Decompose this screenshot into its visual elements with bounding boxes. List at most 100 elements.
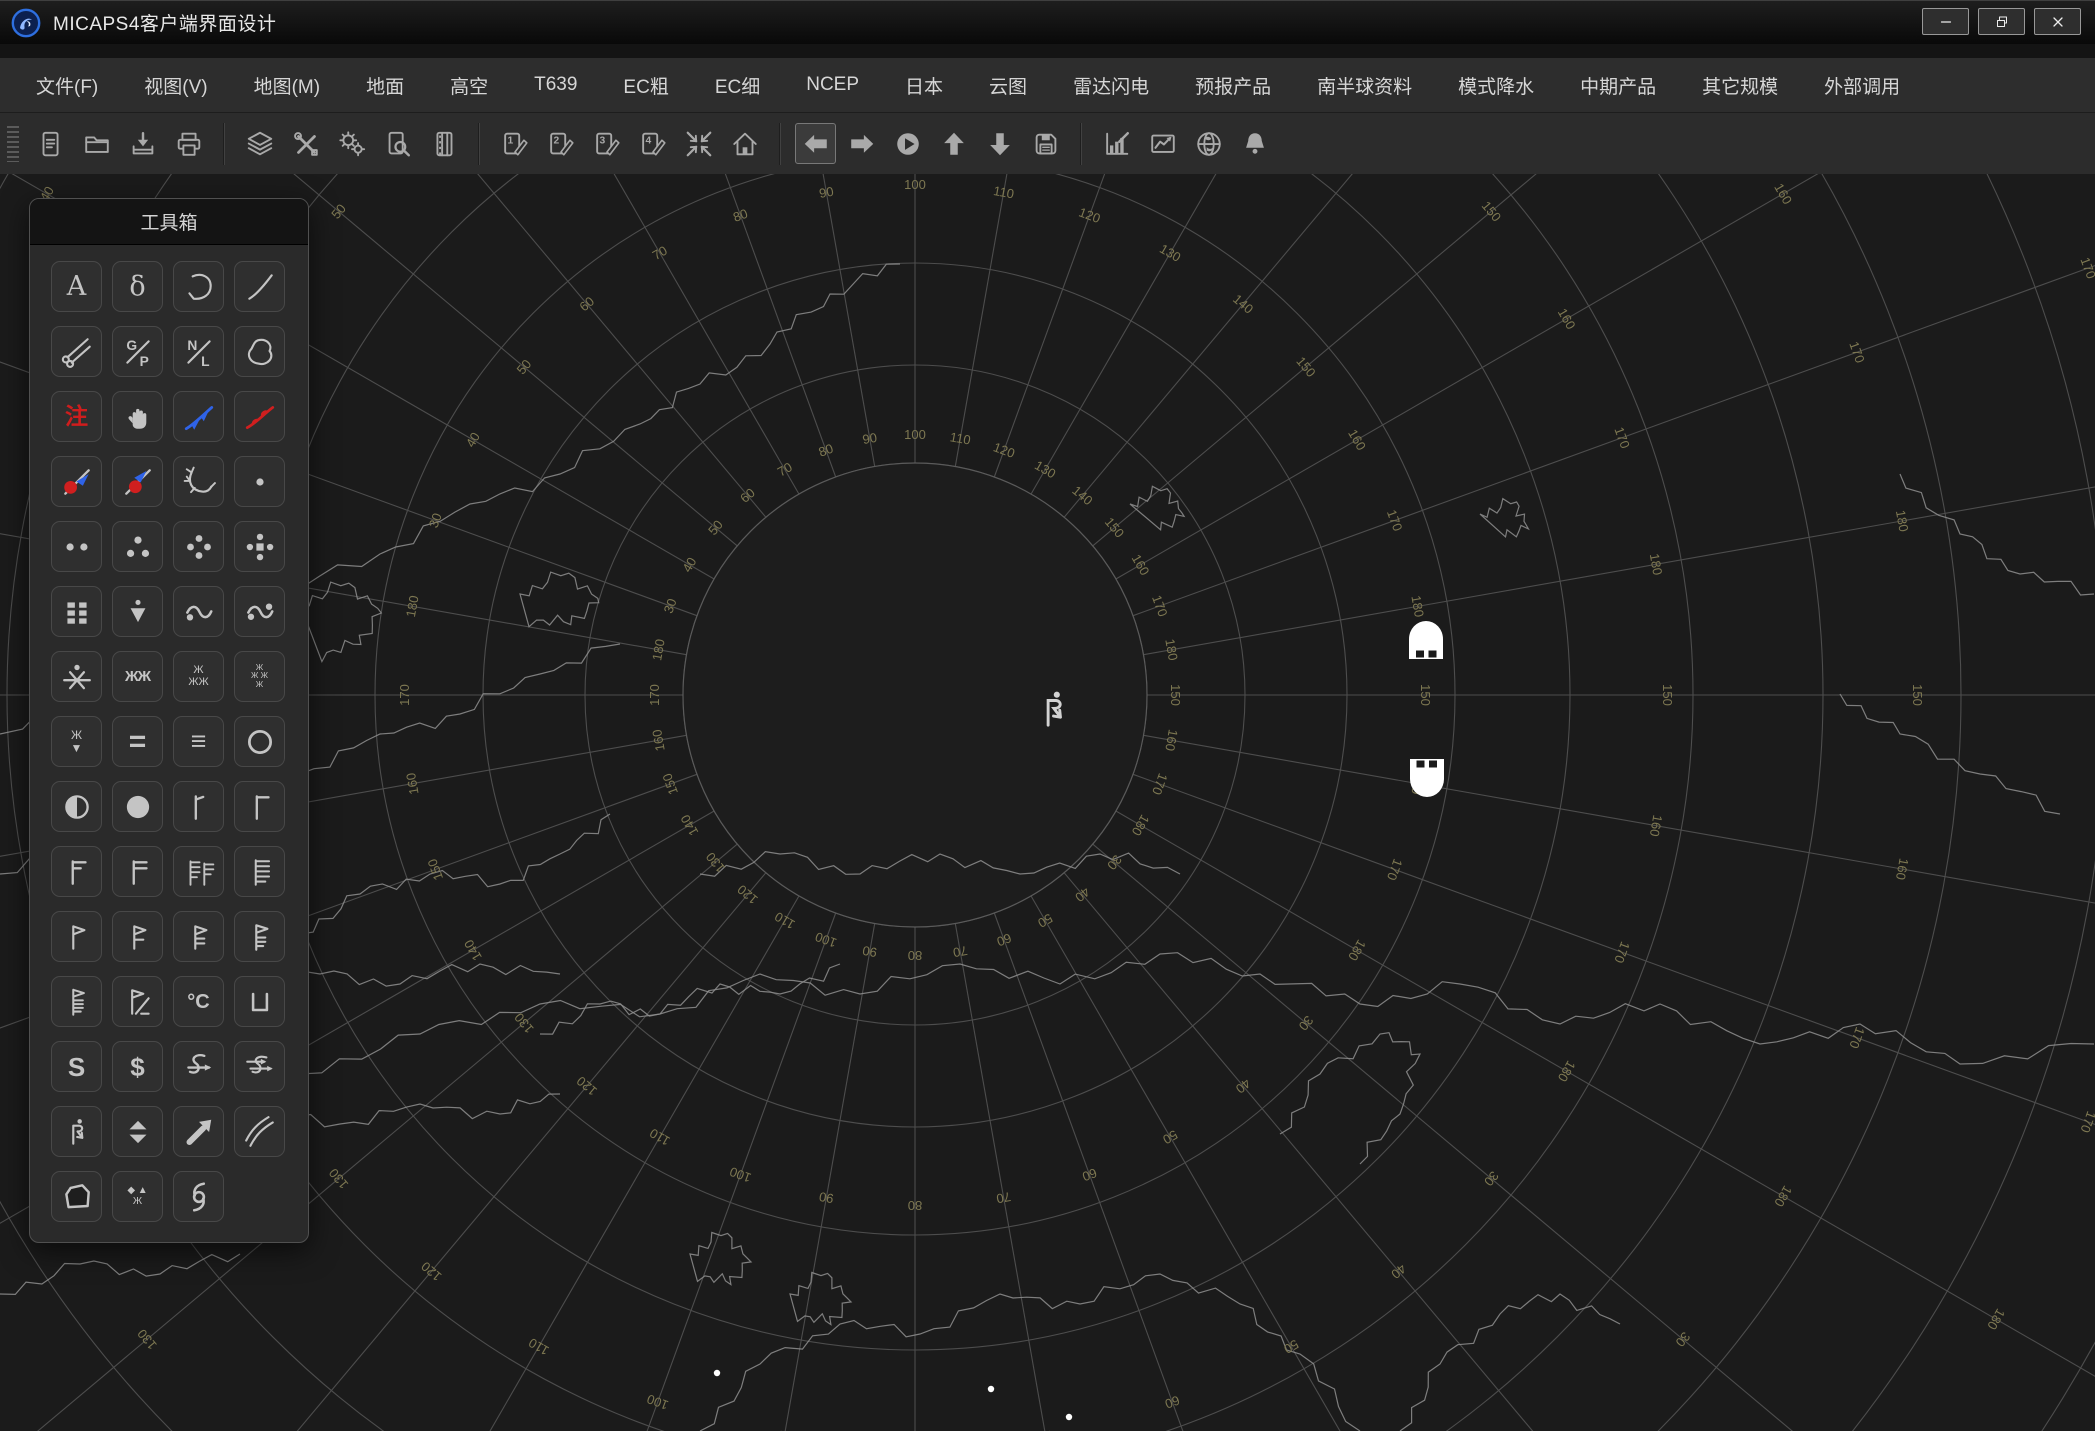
track-point-tool[interactable] — [51, 1106, 102, 1157]
map-marker-down[interactable] — [1410, 759, 1444, 797]
menu-ncep[interactable]: NCEP — [783, 58, 882, 112]
text-tool[interactable]: A — [51, 261, 102, 312]
menu-file[interactable]: 文件(F) — [13, 58, 121, 112]
vertical-triangles-tool[interactable] — [112, 1106, 163, 1157]
annotation-tool[interactable]: 注 — [51, 391, 102, 442]
data-film-button[interactable] — [423, 123, 464, 164]
station-dot[interactable] — [988, 1386, 994, 1392]
menu-upper-air[interactable]: 高空 — [427, 58, 511, 112]
light-rain-tool[interactable] — [51, 521, 102, 572]
moderate-rain-tool[interactable] — [112, 521, 163, 572]
slant-curve-tool[interactable] — [234, 261, 285, 312]
half-circle-tool[interactable] — [51, 781, 102, 832]
wind-barb-group-tool[interactable] — [173, 846, 224, 897]
snow-shower-tool[interactable]: Ж▼ — [51, 716, 102, 767]
wind-flag-barb-tool[interactable] — [112, 911, 163, 962]
toolbox-titlebar[interactable]: 工具箱 — [30, 199, 308, 245]
wind-flag-tool[interactable] — [51, 911, 102, 962]
edit-panel-3-button[interactable]: 3 — [586, 123, 627, 164]
menu-other-scales[interactable]: 其它规模 — [1679, 58, 1801, 112]
edit-panel-4-button[interactable]: 4 — [632, 123, 673, 164]
wind-barb-two-tool[interactable] — [112, 846, 163, 897]
forward-button[interactable] — [841, 123, 882, 164]
station-dot[interactable] — [1066, 1414, 1072, 1420]
system-tools-button[interactable] — [285, 123, 326, 164]
squall-double-arrow-tool[interactable] — [234, 1041, 285, 1092]
symbol-combo-tool[interactable]: ◆ ▲Ж — [112, 1171, 163, 1222]
collapse-button[interactable] — [678, 123, 719, 164]
curve-pen-tool[interactable]: δ — [112, 261, 163, 312]
closed-curve-tool[interactable] — [234, 326, 285, 377]
home-button[interactable] — [724, 123, 765, 164]
nl-switch-tool[interactable]: NL — [173, 326, 224, 377]
double-curve-tool[interactable] — [234, 1106, 285, 1157]
open-folder-button[interactable] — [76, 123, 117, 164]
polar-map[interactable]: 1501501501501601601601601701701701701701… — [0, 174, 2095, 1431]
menu-forecast-products[interactable]: 预报产品 — [1172, 58, 1294, 112]
light-fog-tool[interactable]: = — [112, 716, 163, 767]
cut-tool[interactable] — [51, 326, 102, 377]
stationary-front-tool[interactable] — [112, 456, 163, 507]
rainstorm-tool[interactable] — [234, 521, 285, 572]
wind-flag-four-tool[interactable] — [51, 976, 102, 1027]
circle-tool[interactable] — [234, 716, 285, 767]
wind-flag-two-tool[interactable] — [173, 911, 224, 962]
moderate-snow-tool[interactable]: ЖЖЖ — [173, 651, 224, 702]
menu-southern-hemisphere[interactable]: 南半球资料 — [1294, 58, 1435, 112]
menu-medium-term[interactable]: 中期产品 — [1557, 58, 1679, 112]
restore-button[interactable] — [1978, 8, 2025, 35]
fog-tool[interactable]: ≡ — [173, 716, 224, 767]
globe-button[interactable] — [1188, 123, 1229, 164]
import-save-button[interactable] — [122, 123, 163, 164]
trend-image-button[interactable] — [1142, 123, 1183, 164]
menu-surface[interactable]: 地面 — [343, 58, 427, 112]
wind-flag-diagonal-tool[interactable] — [112, 976, 163, 1027]
up-button[interactable] — [933, 123, 974, 164]
dollar-symbol-tool[interactable]: $ — [112, 1041, 163, 1092]
down-button[interactable] — [979, 123, 1020, 164]
funnel-cloud-tool[interactable] — [112, 586, 163, 637]
wind-barb-one-tool[interactable] — [234, 781, 285, 832]
map-marker-up[interactable] — [1409, 621, 1443, 659]
pan-tool[interactable] — [112, 391, 163, 442]
shower-star-tool[interactable] — [51, 651, 102, 702]
heavy-snow-tool[interactable]: ЖЖ ЖЖ — [234, 651, 285, 702]
menu-radar-lightning[interactable]: 雷达闪电 — [1050, 58, 1172, 112]
typhoon-tool[interactable] — [173, 1171, 224, 1222]
toolbar-grip-handle[interactable] — [7, 126, 19, 162]
edit-panel-1-button[interactable]: 1 — [494, 123, 535, 164]
map-canvas[interactable]: 1501501501501601601601601701701701701701… — [0, 174, 2095, 1431]
occluded-front-tool[interactable] — [51, 456, 102, 507]
wave-dot-tool[interactable] — [173, 586, 224, 637]
polygon-tool[interactable] — [51, 1171, 102, 1222]
station-dot[interactable] — [714, 1370, 720, 1376]
wind-barb-four-tool[interactable] — [234, 846, 285, 897]
wind-barb-half-tool[interactable] — [173, 781, 224, 832]
settings-button[interactable] — [331, 123, 372, 164]
menu-t639[interactable]: T639 — [511, 58, 600, 112]
warm-front-tool[interactable] — [234, 391, 285, 442]
notification-bell-button[interactable] — [1234, 123, 1275, 164]
back-button[interactable] — [795, 123, 836, 164]
wind-barb-one-half-tool[interactable] — [51, 846, 102, 897]
preview-search-button[interactable] — [377, 123, 418, 164]
save-button[interactable] — [1025, 123, 1066, 164]
move-arrow-tool[interactable] — [173, 1106, 224, 1157]
menu-view[interactable]: 视图(V) — [121, 58, 230, 112]
menu-japan[interactable]: 日本 — [882, 58, 966, 112]
gp-switch-tool[interactable]: GP — [112, 326, 163, 377]
menu-model-precip[interactable]: 模式降水 — [1435, 58, 1557, 112]
menu-ec-fine[interactable]: EC细 — [692, 58, 783, 112]
chart-edit-button[interactable] — [1096, 123, 1137, 164]
menu-map[interactable]: 地图(M) — [231, 58, 343, 112]
squall-arrow-tool[interactable] — [173, 1041, 224, 1092]
minimize-button[interactable] — [1922, 8, 1969, 35]
print-button[interactable] — [168, 123, 209, 164]
s-symbol-tool[interactable]: S — [51, 1041, 102, 1092]
wave-two-dots-tool[interactable] — [234, 586, 285, 637]
heavy-rain-tool[interactable] — [173, 521, 224, 572]
cold-front-tool[interactable] — [173, 391, 224, 442]
grid-squares-tool[interactable] — [51, 586, 102, 637]
menu-external-call[interactable]: 外部调用 — [1801, 58, 1923, 112]
close-button[interactable] — [2034, 8, 2081, 35]
